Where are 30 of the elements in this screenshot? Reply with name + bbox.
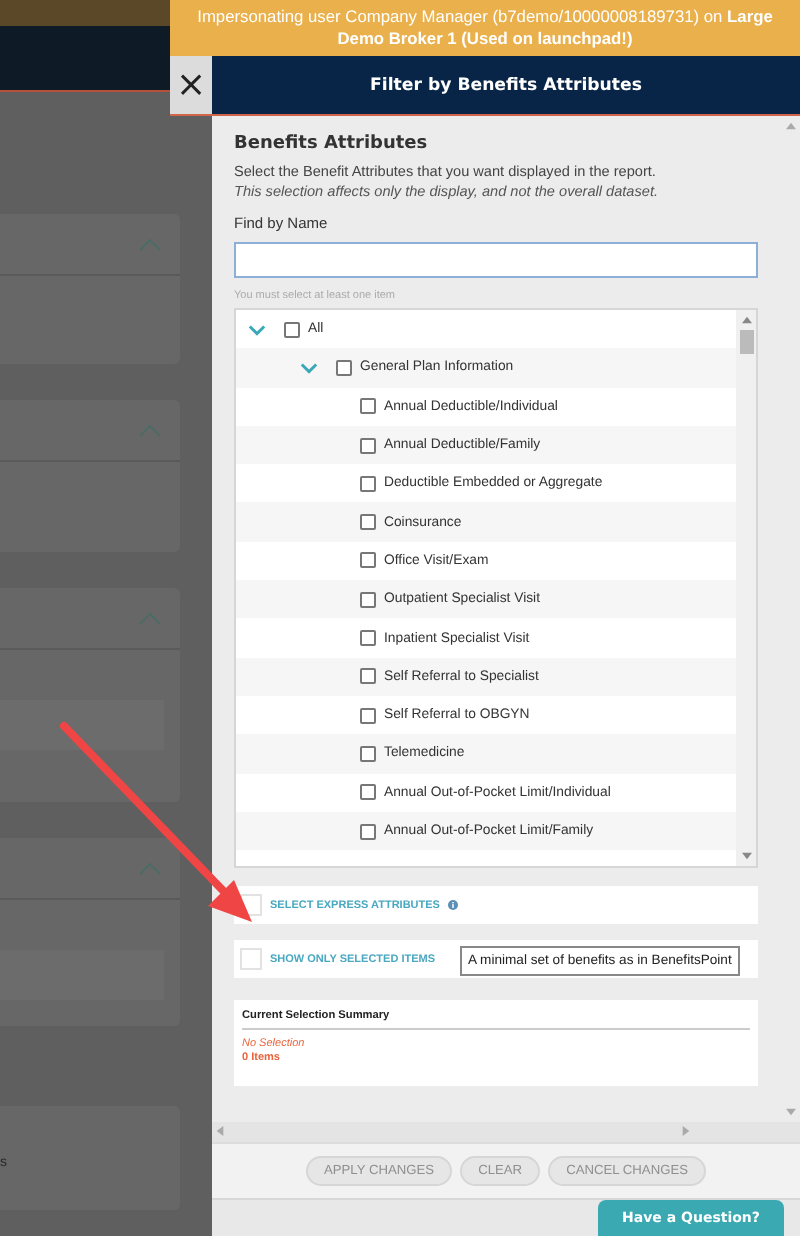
checkbox[interactable] [360, 823, 376, 839]
checkbox[interactable] [360, 784, 376, 801]
scroll-thumb[interactable] [739, 330, 753, 354]
checkbox[interactable] [360, 668, 376, 685]
checkbox[interactable] [360, 475, 376, 492]
section-heading: Benefits Attributes [234, 134, 430, 154]
checkbox[interactable] [336, 359, 352, 376]
scroll-down-icon[interactable] [786, 1108, 796, 1116]
info-icon[interactable] [447, 900, 458, 910]
checkbox[interactable] [360, 591, 376, 608]
close-button[interactable]: × [170, 56, 212, 116]
checkbox[interactable] [360, 707, 376, 724]
scrollbar[interactable] [736, 310, 756, 866]
checkbox[interactable] [284, 321, 300, 338]
checkbox[interactable] [360, 745, 376, 762]
scroll-up-icon[interactable] [741, 316, 751, 324]
search-field[interactable] [234, 242, 758, 278]
scroll-left-icon[interactable] [216, 1126, 224, 1136]
checkbox[interactable] [360, 398, 376, 415]
checkbox[interactable] [360, 552, 376, 569]
checkbox[interactable] [360, 437, 376, 454]
panel-title: Filter by Benefits Attributes [370, 75, 642, 95]
chevron-down-icon[interactable] [248, 323, 266, 336]
scroll-down-icon[interactable] [741, 852, 751, 860]
checkbox[interactable] [360, 630, 376, 647]
scroll-up-icon[interactable] [786, 122, 796, 130]
impersonation-banner: Impersonating user Company Manager (b7demo/10000008189731) on Large Demo Broker 1 (Used on launchpad!) [170, 0, 800, 56]
checkbox[interactable] [360, 514, 376, 531]
chevron-down-icon[interactable] [300, 361, 318, 374]
scroll-right-icon[interactable] [682, 1126, 690, 1136]
